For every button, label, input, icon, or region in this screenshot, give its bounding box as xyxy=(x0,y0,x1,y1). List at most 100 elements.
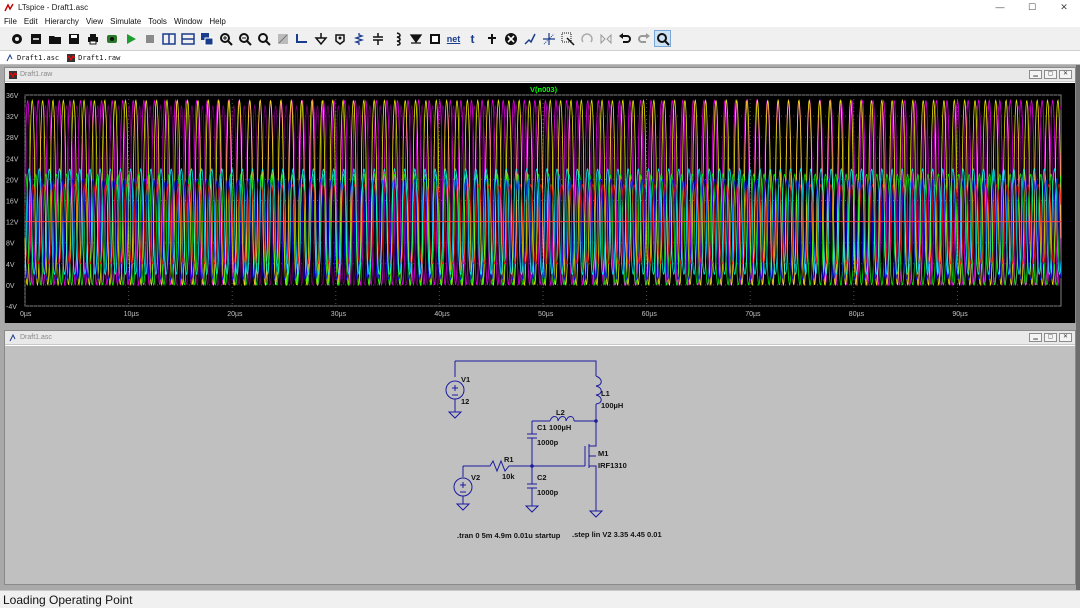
open-icon[interactable] xyxy=(46,30,63,47)
maximize-button[interactable]: ☐ xyxy=(1016,0,1048,15)
zoom-fit-icon[interactable] xyxy=(255,30,272,47)
ground-icon[interactable] xyxy=(312,30,329,47)
window-title: LTspice - Draft1.asc xyxy=(18,3,89,12)
wire-top xyxy=(455,360,597,376)
menu-hierarchy[interactable]: Hierarchy xyxy=(45,17,79,26)
cascade-icon[interactable] xyxy=(198,30,215,47)
y-tick-label: 28V xyxy=(6,135,19,142)
capacitor-icon[interactable] xyxy=(369,30,386,47)
menu-edit[interactable]: Edit xyxy=(24,17,38,26)
diode-icon[interactable] xyxy=(407,30,424,47)
schematic-drawing[interactable]: V1 12 L1 100µH L2 C1 100µH 1000p M1 IRF1… xyxy=(5,346,1075,584)
resistor-icon[interactable] xyxy=(350,30,367,47)
x-tick-label: 80µs xyxy=(849,311,865,318)
schematic-window-titlebar[interactable]: Draft1.asc ▁ ▢ ✕ xyxy=(5,331,1075,345)
ground-icon xyxy=(455,503,471,511)
control-panel-icon[interactable] xyxy=(103,30,120,47)
label-icon[interactable] xyxy=(331,30,348,47)
trace-label: V(n003) xyxy=(530,85,558,94)
run-icon[interactable] xyxy=(122,30,139,47)
duplicate-icon[interactable] xyxy=(521,30,538,47)
schematic-canvas[interactable]: V1 12 L1 100µH L2 C1 100µH 1000p M1 IRF1… xyxy=(5,346,1075,584)
schematic-window[interactable]: Draft1.asc ▁ ▢ ✕ V1 12 L1 100µH L2 C1 10… xyxy=(4,330,1076,585)
tile-vertical-icon[interactable] xyxy=(160,30,177,47)
y-tick-label: 8V xyxy=(6,241,15,248)
tab-draft1-raw[interactable]: Draft1.raw xyxy=(67,53,120,62)
redo-icon[interactable] xyxy=(635,30,652,47)
waveform-chart[interactable]: 36V 32V 28V 24V 20V 16V 12V 8V 4V 0V -4V0µs 10µs 20µ… xyxy=(5,83,1075,323)
x-tick-label: 0µs xyxy=(20,311,32,318)
ltspice-logo-icon xyxy=(4,2,14,11)
close-button[interactable]: ✕ xyxy=(1059,70,1072,79)
new-schematic-icon[interactable] xyxy=(27,30,44,47)
tran-directive[interactable]: .tran 0 5m 4.9m 0.01u startup xyxy=(457,531,561,540)
c2-capacitor-symbol xyxy=(527,483,537,489)
component-icon[interactable] xyxy=(426,30,443,47)
schematic-window-controls: ▁ ▢ ✕ xyxy=(1027,333,1072,342)
c1-name: C1 xyxy=(537,423,547,432)
waveform-window-title: Draft1.raw xyxy=(20,71,53,78)
step-directive[interactable]: .step lin V2 3.35 4.45 0.01 xyxy=(572,530,662,539)
document-tabs: Draft1.asc Draft1.raw xyxy=(0,51,1080,65)
mdi-area: Draft1.raw ▁ ▢ ✕ 36V 32V 28V 24V 20V 16V 12V 8V… xyxy=(0,65,1080,590)
junction-dot xyxy=(594,419,598,423)
move-icon[interactable] xyxy=(540,30,557,47)
ground-icon xyxy=(447,411,463,419)
tile-horizontal-icon[interactable] xyxy=(179,30,196,47)
schematic-icon xyxy=(6,53,13,61)
wire-icon[interactable] xyxy=(293,30,310,47)
junction-dot xyxy=(530,464,534,468)
c1-value: 1000p xyxy=(537,438,559,447)
waveform-plot[interactable]: 36V 32V 28V 24V 20V 16V 12V 8V 4V 0V -4V 0µs 10µs 20µ… xyxy=(5,83,1075,323)
tab-draft1-asc[interactable]: Draft1.asc xyxy=(6,53,59,62)
menu-window[interactable]: Window xyxy=(174,17,202,26)
drag-icon[interactable] xyxy=(559,30,576,47)
v1-value: 12 xyxy=(461,397,469,406)
minimize-button[interactable]: — xyxy=(984,0,1016,15)
r1-name: R1 xyxy=(504,455,514,464)
restore-button[interactable]: ▢ xyxy=(1044,70,1057,79)
waveform-window-titlebar[interactable]: Draft1.raw ▁ ▢ ✕ xyxy=(5,68,1075,82)
y-tick-label: 0V xyxy=(6,283,15,290)
menu-simulate[interactable]: Simulate xyxy=(110,17,141,26)
menu-tools[interactable]: Tools xyxy=(148,17,167,26)
l2-inductor-symbol xyxy=(549,416,575,422)
net-label-text: net xyxy=(446,33,461,44)
menu-help[interactable]: Help xyxy=(209,17,225,26)
ground-icon xyxy=(588,510,604,518)
close-button[interactable]: ✕ xyxy=(1059,333,1072,342)
rotate-icon[interactable] xyxy=(578,30,595,47)
y-tick-label: 16V xyxy=(6,199,19,206)
text-label[interactable]: t xyxy=(464,30,481,47)
minimize-button[interactable]: ▁ xyxy=(1029,333,1042,342)
spice-directive-icon[interactable] xyxy=(483,30,500,47)
zoom-out-icon[interactable] xyxy=(236,30,253,47)
restore-button[interactable]: ▢ xyxy=(1044,333,1057,342)
zoom-in-icon[interactable] xyxy=(217,30,234,47)
v2-polarity xyxy=(460,482,466,493)
waveform-window[interactable]: Draft1.raw ▁ ▢ ✕ 36V 32V 28V 24V 20V 16V 12V 8V… xyxy=(4,67,1076,323)
minimize-button[interactable]: ▁ xyxy=(1029,70,1042,79)
inductor-icon[interactable] xyxy=(388,30,405,47)
l1-name: L1 xyxy=(601,389,610,398)
menu-file[interactable]: File xyxy=(4,17,17,26)
undo-icon[interactable] xyxy=(616,30,633,47)
mirror-icon[interactable] xyxy=(597,30,614,47)
delete-icon[interactable] xyxy=(502,30,519,47)
schematic-icon xyxy=(9,333,16,341)
y-tick-label: 4V xyxy=(6,262,15,269)
net-label[interactable]: net xyxy=(445,30,462,47)
settings-icon[interactable] xyxy=(8,30,25,47)
save-icon[interactable] xyxy=(65,30,82,47)
c1-capacitor-symbol xyxy=(527,433,537,439)
close-button[interactable]: ✕ xyxy=(1048,0,1080,15)
menu-view[interactable]: View xyxy=(86,17,103,26)
autorange-icon[interactable] xyxy=(274,30,291,47)
x-tick-label: 10µs xyxy=(124,311,140,318)
find-icon[interactable] xyxy=(654,30,671,47)
y-tick-label: 36V xyxy=(6,93,19,100)
print-icon[interactable] xyxy=(84,30,101,47)
halt-icon[interactable] xyxy=(141,30,158,47)
x-tick-label: 90µs xyxy=(952,311,968,318)
menu-bar: File Edit Hierarchy View Simulate Tools … xyxy=(0,15,1080,27)
